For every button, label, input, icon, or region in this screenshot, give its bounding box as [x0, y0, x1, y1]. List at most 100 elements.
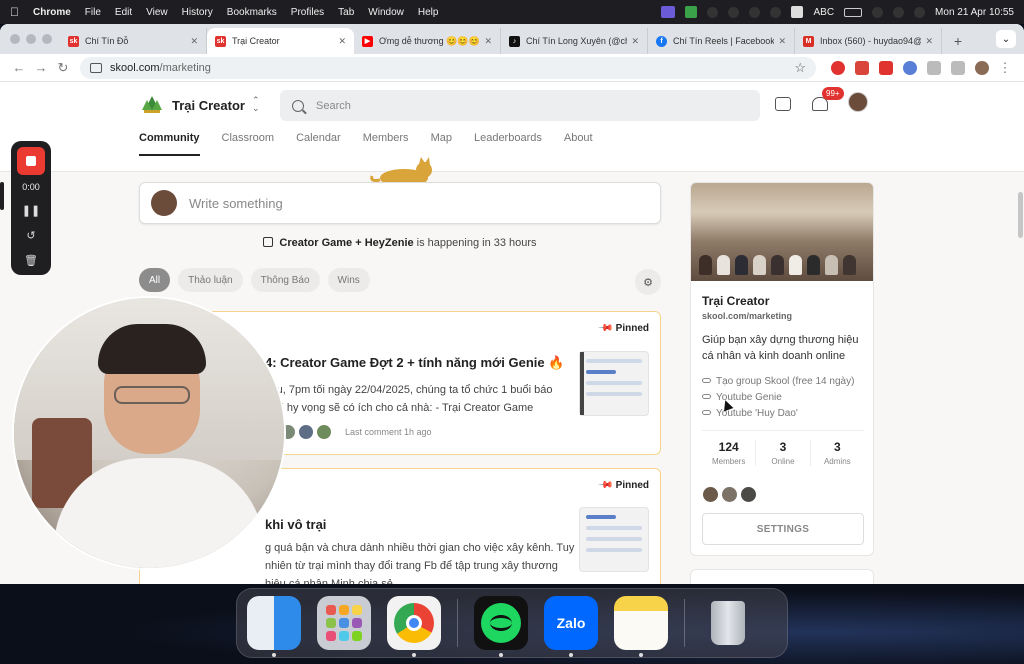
avatar[interactable]	[740, 486, 757, 503]
finder-icon[interactable]	[247, 596, 301, 657]
menu-tab[interactable]: Tab	[338, 7, 354, 18]
avatar[interactable]	[721, 486, 738, 503]
extension-icon[interactable]	[831, 60, 845, 75]
group-link[interactable]: Youtube Genie	[702, 392, 782, 403]
trash-icon[interactable]: 🗑	[24, 254, 38, 267]
launchpad-icon[interactable]	[317, 596, 371, 650]
chrome-icon[interactable]	[387, 596, 441, 657]
event-banner[interactable]: Creator Game + HeyZenie is happening in …	[139, 237, 661, 249]
settings-button[interactable]: SETTINGS	[702, 513, 864, 545]
tab-community[interactable]: Community	[139, 132, 200, 156]
sidebar-icon[interactable]	[951, 60, 965, 75]
zoom-window-button[interactable]	[42, 34, 52, 44]
menu-help[interactable]: Help	[418, 7, 439, 18]
vpn-icon[interactable]	[685, 6, 698, 18]
post-thumbnail[interactable]	[579, 351, 649, 416]
browser-tab[interactable]: ▶ Ơmg dễ thương 😊😊😊 ✕	[354, 28, 501, 54]
menu-history[interactable]: History	[182, 7, 213, 18]
filter-announcements[interactable]: Thông Báo	[250, 268, 320, 292]
minimize-window-button[interactable]	[26, 34, 36, 44]
event-name[interactable]: Creator Game + HeyZenie	[279, 237, 413, 249]
close-tab-icon[interactable]: ✕	[925, 36, 933, 47]
reload-icon[interactable]: ↻	[52, 60, 74, 76]
zalo-icon[interactable]: Zalo	[544, 596, 598, 657]
spotify-icon[interactable]	[474, 596, 528, 657]
screen-record-icon[interactable]	[661, 6, 676, 18]
close-tab-icon[interactable]: ✕	[631, 36, 639, 47]
tab-classroom[interactable]: Classroom	[222, 132, 275, 156]
menu-bookmarks[interactable]: Bookmarks	[227, 7, 277, 18]
close-window-button[interactable]	[10, 34, 20, 44]
chrome-menu-icon[interactable]: ⋮	[994, 60, 1016, 76]
post-title[interactable]: 4: Creator Game Đợt 2 + tính năng mới Ge…	[265, 355, 564, 371]
filter-all[interactable]: All	[139, 268, 171, 292]
battery-icon[interactable]	[844, 7, 863, 17]
extensions-puzzle-icon[interactable]	[927, 60, 941, 75]
menu-edit[interactable]: Edit	[115, 7, 132, 18]
filter-settings-icon[interactable]: ⚙	[635, 269, 661, 295]
browser-tab[interactable]: M Inbox (560) - huydao94@ ✕	[795, 28, 942, 54]
filter-wins[interactable]: Wins	[327, 268, 370, 292]
browser-tab[interactable]: sk Chí Tín Đỗ ✕	[60, 28, 207, 54]
browser-tab-active[interactable]: sk Trại Creator ✕	[207, 28, 354, 54]
post-title[interactable]: khi vô trại	[265, 517, 326, 532]
restart-icon[interactable]: ↺	[26, 229, 35, 242]
profile-avatar[interactable]	[975, 60, 989, 75]
close-tab-icon[interactable]: ✕	[778, 36, 786, 47]
bluetooth-icon[interactable]	[728, 6, 740, 18]
browser-tab[interactable]: f Chí Tín Reels | Facebook ✕	[648, 28, 795, 54]
post-thumbnail[interactable]	[579, 507, 649, 572]
pause-icon[interactable]: ❚❚	[22, 204, 40, 217]
control-center-icon[interactable]	[914, 6, 926, 18]
browser-tab[interactable]: ♪ Chí Tín Long Xuyên (@chi ✕	[501, 28, 648, 54]
tab-leaderboards[interactable]: Leaderboards	[474, 132, 542, 156]
headphones-icon[interactable]	[707, 6, 719, 18]
forward-arrow-icon[interactable]: →	[30, 60, 52, 75]
new-tab-button[interactable]: +	[948, 31, 968, 51]
record-icon[interactable]	[749, 6, 761, 18]
group-name[interactable]: Trại Creator	[172, 98, 245, 113]
tab-map[interactable]: Map	[431, 132, 452, 156]
group-url[interactable]: skool.com/marketing	[702, 311, 792, 321]
menu-window[interactable]: Window	[368, 7, 404, 18]
back-arrow-icon[interactable]: ←	[8, 60, 30, 75]
recorder-handle[interactable]	[0, 182, 4, 210]
group-link[interactable]: Youtube 'Huy Dao'	[702, 408, 798, 419]
tab-calendar[interactable]: Calendar	[296, 132, 341, 156]
tab-about[interactable]: About	[564, 132, 593, 156]
stat-members[interactable]: 124 Members	[702, 440, 757, 466]
group-switcher-icon[interactable]: ⌃ ⌄	[252, 96, 260, 113]
tab-members[interactable]: Members	[363, 132, 409, 156]
close-tab-icon[interactable]: ✕	[484, 36, 492, 47]
spotlight-icon[interactable]	[893, 6, 905, 18]
stat-admins[interactable]: 3 Admins	[811, 440, 864, 466]
apple-icon[interactable]: 	[10, 5, 19, 19]
site-info-icon[interactable]	[90, 62, 102, 73]
menu-app-name[interactable]: Chrome	[33, 7, 71, 18]
input-source-icon[interactable]	[791, 6, 804, 18]
bookmark-star-icon[interactable]: ☆	[794, 60, 806, 76]
play-icon[interactable]	[770, 6, 782, 18]
webcam-bubble[interactable]	[12, 296, 286, 570]
menu-clock[interactable]: Mon 21 Apr 10:55	[935, 7, 1014, 18]
chat-icon[interactable]	[775, 97, 791, 111]
group-logo-icon[interactable]	[141, 94, 163, 116]
search-input[interactable]: Search	[280, 90, 760, 121]
menu-profiles[interactable]: Profiles	[291, 7, 324, 18]
close-tab-icon[interactable]: ✕	[338, 36, 346, 47]
notes-icon[interactable]	[614, 596, 668, 657]
stat-online[interactable]: 3 Online	[756, 440, 811, 466]
group-link[interactable]: Tạo group Skool (free 14 ngày)	[702, 376, 854, 387]
page-scrollbar[interactable]	[1016, 172, 1024, 262]
stop-recording-button[interactable]	[17, 147, 45, 175]
post-composer[interactable]: Write something	[139, 182, 661, 224]
filter-discussion[interactable]: Thảo luận	[178, 268, 243, 292]
youtube-extension-icon[interactable]	[879, 60, 893, 75]
trash-icon[interactable]	[701, 596, 755, 650]
wifi-icon[interactable]	[872, 6, 884, 18]
close-tab-icon[interactable]: ✕	[190, 36, 198, 47]
user-avatar[interactable]	[848, 92, 868, 112]
scrollbar-thumb[interactable]	[1017, 192, 1023, 238]
translate-extension-icon[interactable]	[903, 60, 917, 75]
address-bar[interactable]: skool.com/marketing ☆	[80, 56, 816, 79]
